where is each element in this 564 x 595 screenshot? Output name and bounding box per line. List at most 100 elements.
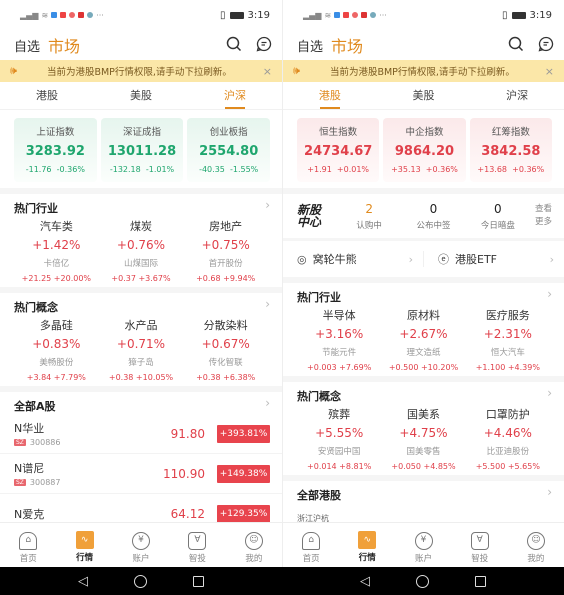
- industry-item[interactable]: 房地产 +0.75% 首开股份 +0.68 +9.94%: [183, 218, 268, 283]
- index-card[interactable]: 中企指数 9864.20 +35.13 +0.36%: [383, 118, 466, 182]
- nav-profile[interactable]: ☺ 我的: [508, 523, 564, 567]
- wifi-icon: ≋: [41, 10, 49, 20]
- chevron-right-icon[interactable]: ›: [265, 198, 270, 212]
- industry-item[interactable]: 医疗服务 +2.31% 恒大汽车 +1.100 +4.39%: [466, 307, 550, 372]
- tab-hk[interactable]: 港股: [283, 82, 377, 109]
- app-notify-icon: [334, 12, 341, 18]
- more-notifications-icon: ···: [379, 10, 387, 20]
- industry-item[interactable]: 汽车类 +1.42% 卡倍亿 +21.25 +20.00%: [14, 218, 99, 283]
- home-icon: ⌂: [302, 532, 321, 550]
- recents-icon[interactable]: [193, 575, 204, 587]
- stock-price: 64.12: [170, 506, 205, 521]
- stock-name: N爱克: [14, 507, 45, 521]
- tab-hk[interactable]: 港股: [0, 82, 94, 109]
- hot-industry-section: 热门行业 › 半导体 +3.16% 节能元件 +0.003 +7.69% 原材料…: [283, 283, 564, 376]
- index-name: 创业板指: [209, 127, 248, 138]
- watchlist-tab[interactable]: 自选: [14, 36, 40, 55]
- notice-text: 当前为港股BMP行情权限,请手动下拉刷新。: [46, 67, 232, 78]
- concept-item[interactable]: 口罩防护 +4.46% 比亚迪股份 +5.500 +5.65%: [466, 406, 550, 471]
- tab-a-shares[interactable]: 沪深: [188, 82, 282, 109]
- industry-item[interactable]: 煤炭 +0.76% 山煤国际 +0.37 +3.67%: [99, 218, 184, 283]
- market-tabs: 港股 美股 沪深: [0, 82, 282, 110]
- ipo-center-logo[interactable]: 新股 中心: [297, 204, 337, 228]
- back-icon[interactable]: ◁: [360, 574, 370, 589]
- stock-code: 300886: [29, 438, 61, 447]
- ipo-grey-market[interactable]: 0 今日暗盘: [466, 202, 530, 231]
- clock: 3:19: [247, 9, 270, 21]
- index-change: -11.76 -0.36%: [25, 165, 85, 174]
- nav-invest[interactable]: ∀ 智投: [452, 523, 508, 567]
- market-tab[interactable]: 市场: [48, 33, 80, 57]
- index-card[interactable]: 创业板指 2554.80 -40.35 -1.55%: [187, 118, 271, 182]
- chevron-right-icon[interactable]: ›: [265, 396, 270, 410]
- index-name: 恒生指数: [319, 127, 358, 138]
- home-button-icon[interactable]: [134, 574, 147, 588]
- recents-icon[interactable]: [475, 575, 486, 587]
- search-icon[interactable]: [226, 36, 242, 52]
- index-card[interactable]: 上证指数 3283.92 -11.76 -0.36%: [14, 118, 97, 182]
- search-icon[interactable]: [508, 36, 524, 52]
- index-card[interactable]: 红筹指数 3842.58 +13.68 +0.36%: [469, 118, 552, 182]
- warrants-link[interactable]: ◎ 窝轮牛熊 ›: [283, 251, 424, 267]
- home-button-icon[interactable]: [416, 574, 429, 588]
- chart-icon: ∿: [75, 531, 94, 549]
- concept-item[interactable]: 多晶硅 +0.83% 美畅股份 +3.84 +7.79%: [14, 317, 99, 382]
- nav-home[interactable]: ⌂ 首页: [283, 523, 339, 567]
- nav-invest[interactable]: ∀ 智投: [169, 523, 225, 567]
- chevron-right-icon[interactable]: ›: [547, 485, 552, 499]
- chevron-right-icon[interactable]: ›: [547, 386, 552, 400]
- market-badge: SZ: [14, 479, 26, 486]
- battery-icon: [511, 11, 526, 19]
- message-icon[interactable]: [538, 36, 554, 52]
- app-notify-icon: [78, 12, 85, 18]
- index-value: 3283.92: [25, 144, 85, 159]
- stock-name: N谱尼: [14, 462, 45, 475]
- battery-icon: [229, 11, 244, 19]
- chevron-right-icon[interactable]: ›: [265, 297, 270, 311]
- stock-row[interactable]: N华业 SZ 300886 91.80 +393.81%: [0, 414, 282, 454]
- concept-item[interactable]: 水产品 +0.71% 獐子岛 +0.38 +10.05%: [99, 317, 184, 382]
- app-notify-icon: [343, 12, 350, 18]
- ipo-subscribing[interactable]: 2 认购中: [337, 202, 401, 231]
- view-more-link[interactable]: 查看 更多: [530, 203, 552, 229]
- all-a-shares-section: 全部A股 ›: [0, 392, 282, 414]
- notice-banner: 🕪 当前为港股BMP行情权限,请手动下拉刷新。 ×: [0, 60, 282, 82]
- nav-account[interactable]: ¥ 账户: [395, 523, 451, 567]
- ipo-allotment[interactable]: 0 公布中签: [401, 202, 465, 231]
- speaker-icon: 🕪: [293, 64, 300, 77]
- industry-item[interactable]: 半导体 +3.16% 节能元件 +0.003 +7.69%: [297, 307, 381, 372]
- nav-market[interactable]: ∿ 行情: [339, 523, 395, 567]
- tab-us[interactable]: 美股: [377, 82, 471, 109]
- nav-profile[interactable]: ☺ 我的: [226, 523, 282, 567]
- stock-pct-badge: +393.81%: [217, 424, 270, 443]
- nav-market[interactable]: ∿ 行情: [56, 523, 112, 567]
- close-icon[interactable]: ×: [545, 65, 554, 78]
- message-icon[interactable]: [256, 36, 272, 52]
- index-change: +1.91 +0.01%: [307, 165, 370, 174]
- index-change: +35.13 +0.36%: [391, 165, 458, 174]
- index-value: 9864.20: [394, 144, 455, 159]
- tab-a-shares[interactable]: 沪深: [470, 82, 564, 109]
- back-icon[interactable]: ◁: [78, 574, 88, 589]
- stock-code: 300887: [29, 478, 61, 487]
- nav-account[interactable]: ¥ 账户: [113, 523, 169, 567]
- all-hk-section: 全部港股 › 浙江沪杭: [283, 481, 564, 528]
- tab-us[interactable]: 美股: [94, 82, 188, 109]
- index-card[interactable]: 深证成指 13011.28 -132.18 -1.01%: [100, 118, 184, 182]
- bottom-nav: ⌂ 首页 ∿ 行情 ¥ 账户 ∀ 智投 ☺ 我的: [283, 522, 564, 567]
- nav-home[interactable]: ⌂ 首页: [0, 523, 56, 567]
- hk-etf-link[interactable]: ⓔ 港股ETF ›: [424, 251, 564, 267]
- market-tab[interactable]: 市场: [331, 33, 363, 57]
- concept-item[interactable]: 分散染料 +0.67% 传化智联 +0.38 +6.38%: [183, 317, 268, 382]
- concept-item[interactable]: 殡葬 +5.55% 安贤园中国 +0.014 +8.81%: [297, 406, 381, 471]
- close-icon[interactable]: ×: [263, 65, 272, 78]
- concept-item[interactable]: 国美系 +4.75% 国美零售 +0.050 +4.85%: [381, 406, 465, 471]
- notice-banner: 🕪 当前为港股BMP行情权限,请手动下拉刷新。 ×: [283, 60, 564, 82]
- chart-icon: ∿: [358, 531, 377, 549]
- industry-item[interactable]: 原材料 +2.67% 理文造纸 +0.500 +10.20%: [381, 307, 465, 372]
- watchlist-tab[interactable]: 自选: [297, 36, 323, 55]
- index-card[interactable]: 恒生指数 24734.67 +1.91 +0.01%: [297, 118, 380, 182]
- hot-industry-section: 热门行业 › 汽车类 +1.42% 卡倍亿 +21.25 +20.00% 煤炭 …: [0, 194, 282, 287]
- chevron-right-icon[interactable]: ›: [547, 287, 552, 301]
- stock-row[interactable]: N谱尼 SZ 300887 110.90 +149.38%: [0, 454, 282, 494]
